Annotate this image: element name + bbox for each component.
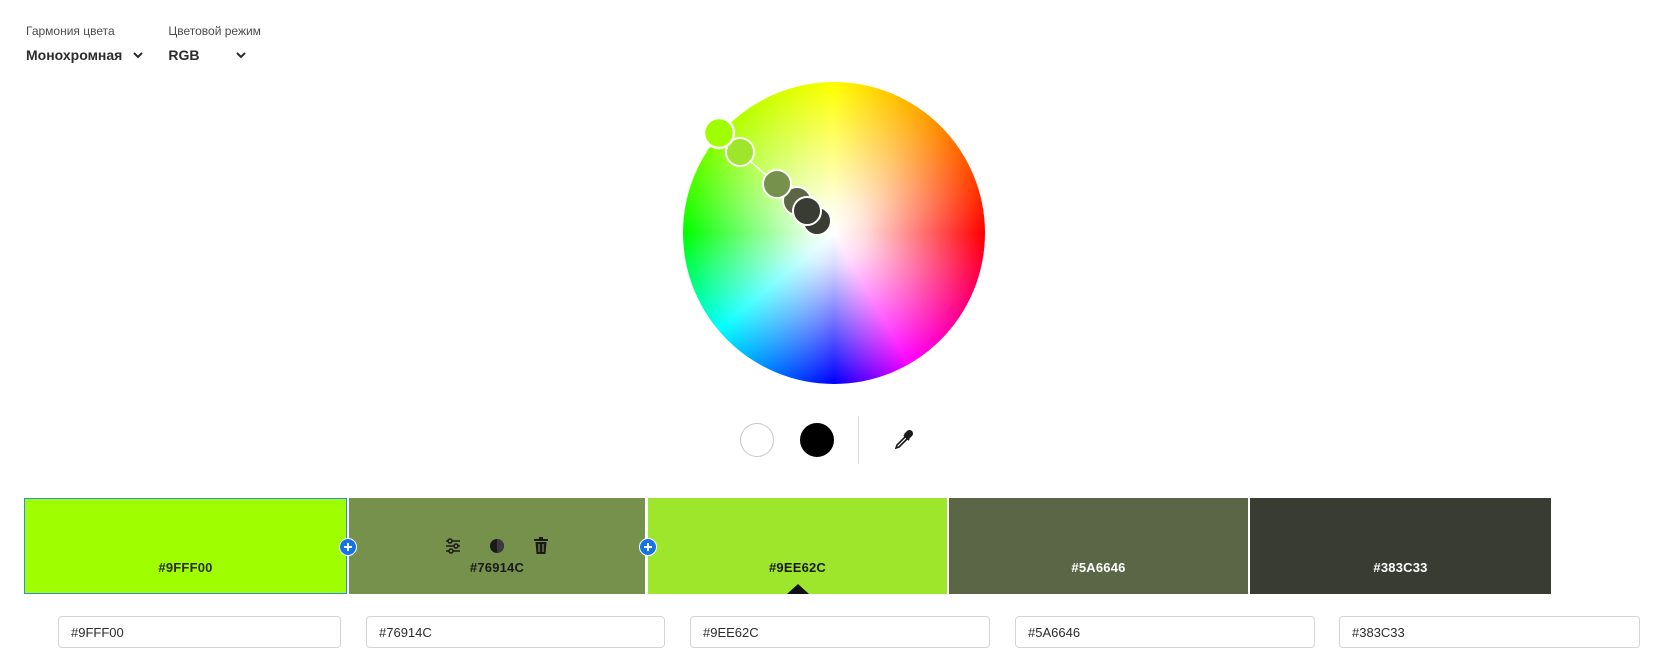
swatch-hex: #9FFF00 (158, 560, 213, 575)
mode-select[interactable]: RGB (168, 47, 261, 63)
contrast-icon[interactable] (487, 536, 507, 556)
hex-input-2[interactable] (366, 616, 665, 648)
swatch-hex: #76914C (469, 560, 525, 575)
hex-input-1[interactable] (58, 616, 341, 648)
swatch-hex: #5A6646 (1071, 560, 1126, 575)
chevron-down-icon (133, 52, 144, 59)
wheel-marker-2[interactable] (762, 169, 792, 199)
swatch-2[interactable]: #76914C (349, 498, 645, 594)
swatch-4[interactable]: #5A6646 (949, 498, 1248, 594)
divider (858, 416, 859, 464)
hex-input-3[interactable] (690, 616, 990, 648)
mode-dropdown[interactable]: Цветовой режим RGB (168, 24, 261, 63)
chevron-down-icon (236, 52, 247, 59)
trash-icon[interactable] (531, 536, 551, 556)
swatch-actions (349, 536, 645, 556)
harmony-select[interactable]: Монохромная (26, 47, 144, 63)
eyedropper-icon[interactable] (892, 428, 916, 452)
hex-input-5[interactable] (1339, 616, 1640, 648)
wheel-markers (702, 116, 832, 236)
wheel-marker-base[interactable] (702, 116, 736, 150)
swatch-3[interactable]: #9EE62C (648, 498, 947, 594)
palette: #9FFF00 #76914C #9EE62C #5A6646 #383C33 (24, 498, 1640, 594)
swatch-hex: #9EE62C (768, 560, 827, 575)
sliders-icon[interactable] (443, 536, 463, 556)
swatch-1[interactable]: #9FFF00 (24, 498, 347, 594)
mode-value: RGB (168, 47, 200, 63)
color-wheel[interactable] (683, 82, 985, 384)
swatch-5[interactable]: #383C33 (1250, 498, 1551, 594)
base-color-indicator (786, 584, 809, 594)
mode-label: Цветовой режим (168, 24, 261, 38)
hex-inputs (0, 616, 1666, 648)
harmony-value: Монохромная (26, 47, 123, 63)
wheel-marker-4b[interactable] (792, 196, 822, 226)
add-swatch-button[interactable] (639, 538, 657, 556)
hex-input-4[interactable] (1015, 616, 1315, 648)
harmony-label: Гармония цвета (26, 24, 115, 38)
black-swatch-button[interactable] (800, 423, 834, 457)
swatch-hex: #383C33 (1373, 560, 1428, 575)
harmony-dropdown[interactable]: Гармония цвета Монохромная (26, 24, 144, 63)
top-controls: Гармония цвета Монохромная Цветовой режи… (26, 24, 261, 63)
white-swatch-button[interactable] (740, 423, 774, 457)
color-tools (740, 416, 940, 470)
add-swatch-button[interactable] (339, 538, 357, 556)
